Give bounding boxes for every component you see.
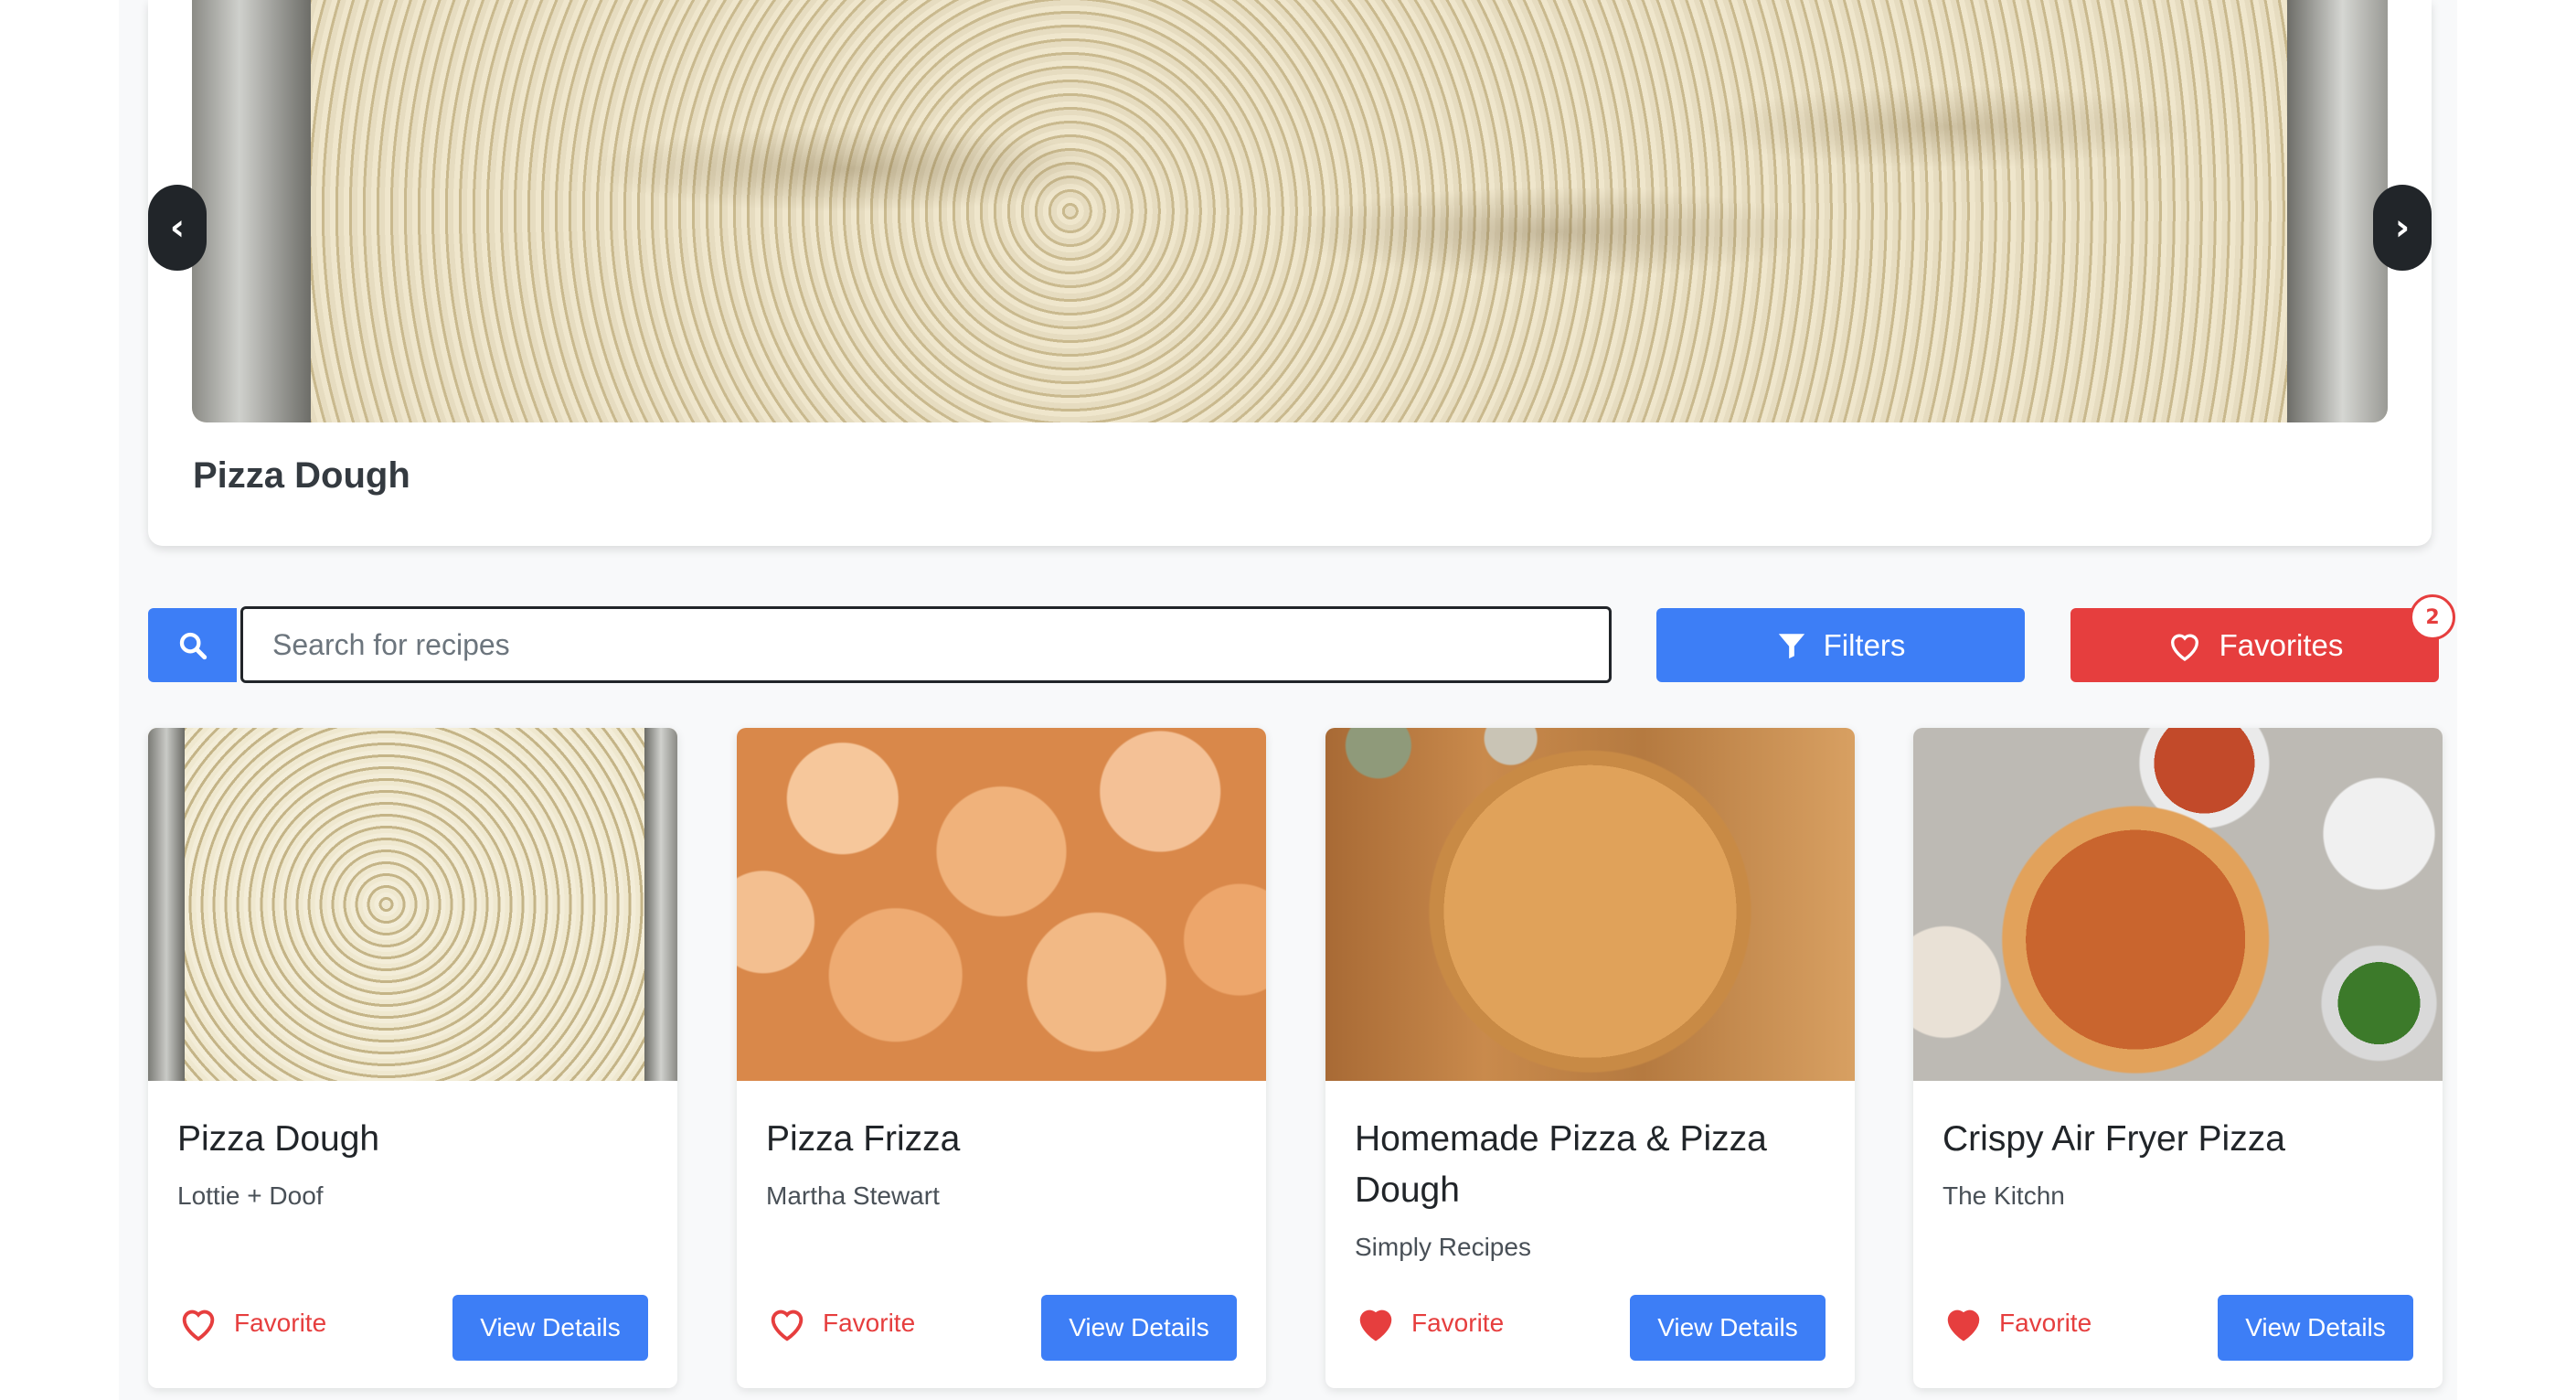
filters-label: Filters <box>1823 627 1906 662</box>
filter-icon <box>1778 633 1804 658</box>
favorite-label: Favorite <box>234 1309 327 1337</box>
favorites-button[interactable]: Favorites <box>2070 608 2439 682</box>
view-details-button[interactable]: View Details <box>1041 1295 1237 1361</box>
search-input[interactable] <box>240 606 1612 683</box>
recipe-source: Simply Recipes <box>1355 1233 1531 1261</box>
favorite-toggle[interactable]: Favorite <box>1355 1298 1504 1349</box>
chevron-left-icon: ‹ <box>169 207 186 249</box>
recipe-title: Homemade Pizza & Pizza Dough <box>1355 1119 1767 1210</box>
favorites-label: Favorites <box>2219 627 2344 662</box>
favorites-count-badge: 2 <box>2410 594 2455 640</box>
favorite-toggle[interactable]: Favorite <box>1943 1298 2092 1349</box>
recipe-title: Pizza Frizza <box>766 1119 961 1159</box>
view-details-button[interactable]: View Details <box>452 1295 648 1361</box>
recipe-image[interactable] <box>148 728 677 1081</box>
carousel-prev-button[interactable]: ‹ <box>148 185 207 271</box>
search-icon <box>179 632 207 659</box>
recipe-card: Crispy Air Fryer Pizza The Kitchn Favori… <box>1913 728 2443 1388</box>
heart-outline-icon <box>2170 634 2198 661</box>
view-details-button[interactable]: View Details <box>1630 1295 1826 1361</box>
recipe-image[interactable] <box>1325 728 1855 1081</box>
search-button[interactable] <box>148 608 237 682</box>
favorite-label: Favorite <box>1999 1309 2092 1337</box>
view-details-button[interactable]: View Details <box>2218 1295 2413 1361</box>
recipe-source: The Kitchn <box>1943 1181 2065 1210</box>
recipe-source: Martha Stewart <box>766 1181 940 1210</box>
chevron-right-icon: › <box>2394 207 2411 249</box>
favorite-label: Favorite <box>1411 1309 1505 1337</box>
recipe-image[interactable] <box>737 728 1266 1081</box>
favorite-toggle[interactable]: Favorite <box>766 1298 915 1349</box>
filters-button[interactable]: Filters <box>1656 608 2025 682</box>
heart-filled-icon <box>1947 1309 1980 1341</box>
carousel-slide-title: Pizza Dough <box>193 455 410 496</box>
favorite-toggle[interactable]: Favorite <box>177 1298 326 1349</box>
heart-outline-icon <box>771 1309 804 1341</box>
recipe-title: Pizza Dough <box>177 1119 380 1159</box>
carousel-next-button[interactable]: › <box>2373 185 2432 271</box>
recipe-card: Pizza Frizza Martha Stewart Favorite Vie… <box>737 728 1266 1388</box>
heart-filled-icon <box>1359 1309 1392 1341</box>
carousel-slide-image[interactable] <box>192 0 2388 422</box>
recipe-card: Pizza Dough Lottie + Doof Favorite View … <box>148 728 677 1388</box>
recipe-card: Homemade Pizza & Pizza Dough Simply Reci… <box>1325 728 1855 1388</box>
recipe-title: Crispy Air Fryer Pizza <box>1943 1119 2285 1159</box>
recipe-source: Lottie + Doof <box>177 1181 324 1210</box>
favorite-label: Favorite <box>823 1309 916 1337</box>
heart-outline-icon <box>182 1309 215 1341</box>
recipe-image[interactable] <box>1913 728 2443 1081</box>
